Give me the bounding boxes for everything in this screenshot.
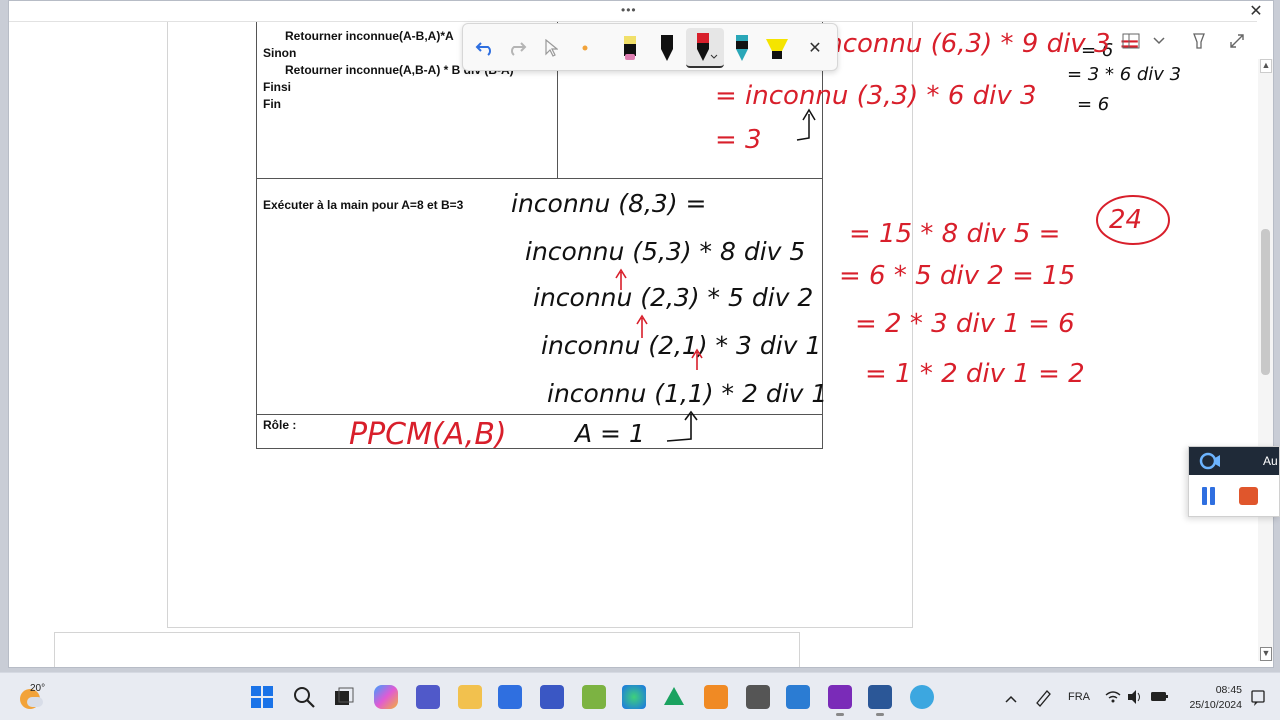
- clock-time: 08:45: [1215, 684, 1242, 696]
- notifications-icon[interactable]: [1250, 673, 1266, 720]
- cloud-icon: [27, 697, 43, 707]
- scroll-down-arrow-icon[interactable]: ▼: [1260, 647, 1272, 661]
- tray-chevron-up-icon[interactable]: [1004, 673, 1018, 720]
- algorithm-table: Retourner inconnue(A-B,A)*A Sinon Retour…: [256, 22, 823, 449]
- word-icon[interactable]: [868, 685, 892, 716]
- task-view-icon[interactable]: [332, 685, 356, 709]
- vscode-icon[interactable]: [786, 685, 810, 709]
- scroll-up-arrow-icon[interactable]: ▲: [1260, 59, 1272, 73]
- volume-icon[interactable]: [1126, 673, 1144, 720]
- clock-date: 25/10/2024: [1189, 699, 1242, 711]
- stop-recording-button[interactable]: [1239, 487, 1258, 505]
- onenote-icon[interactable]: [828, 685, 852, 716]
- math-app-icon[interactable]: [540, 685, 564, 709]
- code-line: Fin: [263, 97, 281, 111]
- copilot-icon[interactable]: [374, 685, 398, 709]
- search-icon[interactable]: [292, 685, 316, 709]
- pink-pen-icon[interactable]: [616, 34, 644, 62]
- pdf-app-icon[interactable]: [704, 685, 728, 709]
- ink-black-topright1: = 6: [1081, 40, 1113, 61]
- highlighter-icon[interactable]: [1185, 27, 1213, 55]
- fullscreen-icon[interactable]: [1223, 27, 1251, 55]
- edge-icon[interactable]: [622, 685, 646, 709]
- windows-taskbar: 20° FRA 08:45 25/10/2024: [0, 672, 1280, 720]
- next-document-page: [54, 632, 800, 667]
- execution-label: Exécuter à la main pour A=8 et B=3: [263, 198, 464, 212]
- ink-black-topright2: = 3 * 6 div 3: [1067, 64, 1181, 85]
- red-pen-icon[interactable]: [686, 28, 724, 68]
- code-line: Sinon: [263, 46, 297, 60]
- ink-red-result: 24: [1109, 205, 1142, 235]
- window-close-button[interactable]: ✕: [1247, 3, 1265, 21]
- wifi-icon[interactable]: [1104, 673, 1122, 720]
- pen-toolbar: ✕: [462, 23, 838, 71]
- temperature: 20°: [30, 683, 46, 694]
- teams-icon[interactable]: [416, 685, 440, 709]
- role-cell: Rôle :: [257, 415, 823, 448]
- windows-start-icon[interactable]: [250, 685, 274, 709]
- snipping-tool-icon[interactable]: [746, 685, 770, 709]
- ink-black-topright3: = 6: [1077, 94, 1109, 115]
- toolbar-close-button[interactable]: ✕: [801, 34, 829, 62]
- pause-recording-button[interactable]: [1201, 487, 1217, 505]
- code-line: Finsi: [263, 80, 292, 94]
- note-canvas[interactable]: Retourner inconnue(A-B,A)*A Sinon Retour…: [9, 21, 1257, 667]
- pen-menu-icon[interactable]: [1034, 673, 1052, 720]
- system-clock[interactable]: 08:45 25/10/2024: [1172, 683, 1242, 713]
- geogebra-icon[interactable]: [582, 685, 606, 709]
- code-line: Retourner inconnue(A-B,A)*A: [285, 29, 454, 43]
- scroll-thumb[interactable]: [1261, 229, 1270, 375]
- ink-red-circle: [1096, 195, 1170, 245]
- chevron-down-icon[interactable]: [1145, 27, 1173, 55]
- undo-icon[interactable]: [471, 34, 499, 62]
- camera-icon: [1199, 452, 1220, 470]
- page-view-icon[interactable]: [1117, 27, 1145, 55]
- role-label: Rôle :: [263, 418, 297, 432]
- battery-icon[interactable]: [1150, 673, 1170, 720]
- lasso-dot-icon[interactable]: [571, 34, 599, 62]
- file-explorer-icon[interactable]: [458, 685, 482, 709]
- black-pen-icon[interactable]: [653, 34, 681, 62]
- execution-cell: Exécuter à la main pour A=8 et B=3: [257, 179, 823, 415]
- screen-recorder-widget: Au: [1188, 446, 1280, 517]
- recorder-label: Au: [1263, 454, 1278, 468]
- teal-pen-icon[interactable]: [728, 34, 756, 62]
- onenote-window: ••• ✕ Retourner inconnue(A-B,A)*A Sinon …: [8, 0, 1274, 668]
- vertical-scrollbar[interactable]: ▲ ▼: [1258, 59, 1273, 661]
- yellow-highlighter-icon[interactable]: [763, 34, 791, 62]
- store-icon[interactable]: [498, 685, 522, 709]
- weather-widget[interactable]: 20°: [20, 683, 60, 713]
- recorder-header: Au: [1189, 447, 1279, 475]
- network-app-icon[interactable]: [910, 685, 934, 709]
- window-menu-dots[interactable]: •••: [621, 3, 637, 17]
- redo-icon[interactable]: [503, 34, 531, 62]
- cursor-icon[interactable]: [537, 34, 565, 62]
- drive-icon[interactable]: [662, 685, 686, 709]
- language-indicator[interactable]: FRA: [1068, 673, 1090, 720]
